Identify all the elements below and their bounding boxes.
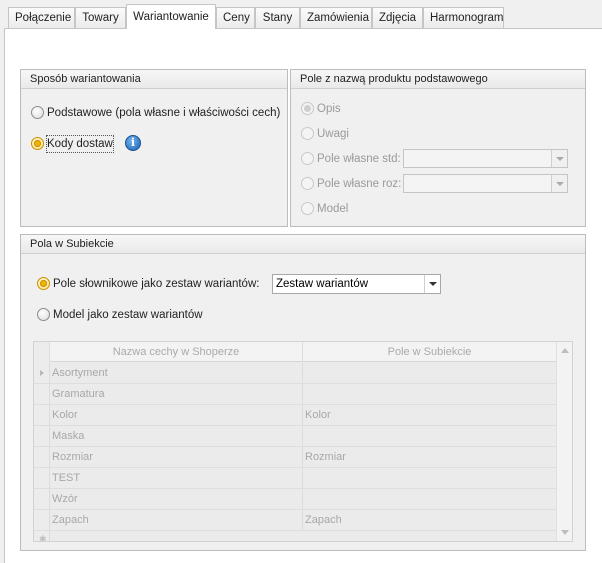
tab-strip: Połączenie Towary Wariantowanie Ceny Sta… [0, 0, 602, 29]
table-row[interactable]: TEST [34, 468, 557, 489]
table-cell[interactable]: Gramatura [50, 384, 303, 404]
table-row[interactable]: Asortyment [34, 363, 557, 384]
radio-codes-label[interactable]: Kody dostaw [46, 135, 114, 153]
tab-content-panel: Sposób wariantowania Podstawowe (pola wł… [4, 28, 602, 563]
new-row[interactable]: ✱ [34, 531, 557, 542]
variant-set-combo-value: Zestaw wariantów [276, 278, 369, 290]
table-row[interactable]: Maska [34, 426, 557, 447]
grid-vertical-scrollbar[interactable] [556, 342, 572, 541]
table-cell[interactable] [303, 384, 557, 404]
table-row[interactable]: Rozmiar Rozmiar [34, 447, 557, 468]
attributes-grid[interactable]: Nazwa cechy w Shoperze Pole w Subiekcie … [33, 341, 573, 542]
table-cell[interactable]: Kolor [303, 405, 557, 425]
row-indicator [34, 489, 50, 509]
radio-opis-label[interactable]: Opis [317, 101, 341, 117]
row-indicator [34, 510, 50, 530]
row-pointer-icon [40, 370, 44, 376]
variant-method-title: Sposób wariantowania [21, 70, 287, 89]
radio-dictionary-label[interactable]: Pole słownikowe jako zestaw wariantów: [53, 276, 259, 292]
table-row[interactable]: Kolor Kolor [34, 405, 557, 426]
table-cell[interactable] [303, 468, 557, 488]
grid-column-subiekt[interactable]: Pole w Subiekcie [303, 342, 557, 362]
table-cell[interactable]: Wzór [50, 489, 303, 509]
tab-wariantowanie[interactable]: Wariantowanie [126, 4, 216, 29]
table-cell[interactable]: Maska [50, 426, 303, 446]
row-indicator [34, 384, 50, 404]
row-indicator [34, 447, 50, 467]
variant-method-group: Sposób wariantowania Podstawowe (pola wł… [20, 69, 288, 227]
variant-set-combo[interactable]: Zestaw wariantów [272, 274, 441, 294]
chevron-down-icon[interactable] [424, 275, 440, 293]
table-cell[interactable] [303, 426, 557, 446]
tab-zdjecia[interactable]: Zdjęcia [372, 7, 423, 28]
table-row[interactable]: Wzór [34, 489, 557, 510]
radio-model-label[interactable]: Model [317, 201, 348, 217]
row-indicator [34, 426, 50, 446]
tab-zamowienia[interactable]: Zamówienia [300, 7, 372, 28]
new-row-icon: ✱ [39, 534, 47, 542]
radio-model-set-label[interactable]: Model jako zestaw wariantów [53, 307, 203, 323]
table-cell[interactable]: TEST [50, 468, 303, 488]
table-cell[interactable]: Asortyment [50, 363, 303, 383]
tab-towary[interactable]: Towary [75, 7, 126, 28]
radio-custom-roz-label[interactable]: Pole własne roz: [317, 176, 401, 192]
table-cell[interactable]: Zapach [303, 510, 557, 530]
info-icon[interactable]: i [125, 135, 141, 151]
radio-codes-circle[interactable] [31, 137, 44, 150]
table-cell[interactable] [303, 489, 557, 509]
radio-uwagi-label[interactable]: Uwagi [317, 126, 349, 142]
chevron-down-icon[interactable] [551, 150, 567, 167]
scroll-down-icon[interactable] [561, 530, 569, 535]
table-row[interactable]: Gramatura [34, 384, 557, 405]
base-name-field-group: Pole z nazwą produktu podstawowego Opis … [290, 69, 586, 227]
chevron-down-icon[interactable] [551, 175, 567, 192]
radio-custom-std-circle[interactable] [301, 152, 314, 165]
tab-harmonogram[interactable]: Harmonogram [423, 7, 504, 28]
subiekt-fields-title: Pola w Subiekcie [21, 235, 585, 254]
grid-header: Nazwa cechy w Shoperze Pole w Subiekcie [34, 342, 557, 362]
radio-custom-roz-circle[interactable] [301, 177, 314, 190]
radio-opis-circle[interactable] [301, 102, 314, 115]
table-cell[interactable]: Rozmiar [303, 447, 557, 467]
tab-stany[interactable]: Stany [255, 7, 300, 28]
base-name-field-title: Pole z nazwą produktu podstawowego [291, 70, 585, 89]
table-cell[interactable]: Kolor [50, 405, 303, 425]
tab-polaczenie[interactable]: Połączenie [8, 7, 75, 28]
tab-ceny[interactable]: Ceny [216, 7, 255, 28]
custom-std-combo[interactable] [403, 149, 568, 168]
radio-basic-label[interactable]: Podstawowe (pola własne i właściwości ce… [47, 105, 280, 121]
radio-basic-circle[interactable] [31, 106, 44, 119]
radio-dictionary-circle[interactable] [37, 277, 50, 290]
radio-model-set-circle[interactable] [37, 308, 50, 321]
table-cell[interactable] [303, 363, 557, 383]
grid-header-indicator [34, 342, 50, 362]
subiekt-fields-group: Pola w Subiekcie Pole słownikowe jako ze… [20, 234, 586, 551]
scroll-up-icon[interactable] [561, 348, 569, 353]
radio-uwagi-circle[interactable] [301, 127, 314, 140]
grid-column-shoper[interactable]: Nazwa cechy w Shoperze [50, 342, 303, 362]
radio-model-circle[interactable] [301, 202, 314, 215]
row-indicator: ✱ [34, 531, 50, 542]
table-cell[interactable]: Zapach [50, 510, 303, 530]
table-cell[interactable]: Rozmiar [50, 447, 303, 467]
row-indicator [34, 363, 50, 383]
radio-custom-std-label[interactable]: Pole własne std: [317, 151, 401, 167]
row-indicator [34, 405, 50, 425]
custom-roz-combo[interactable] [403, 174, 568, 193]
table-row[interactable]: Zapach Zapach [34, 510, 557, 531]
row-indicator [34, 468, 50, 488]
